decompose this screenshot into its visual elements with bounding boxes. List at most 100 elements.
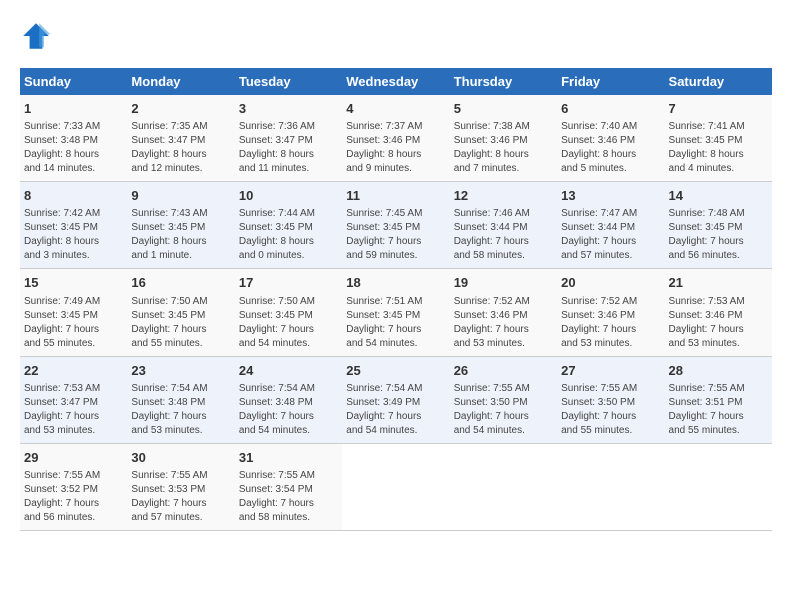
day-number: 30 <box>131 449 230 467</box>
day-number: 14 <box>669 187 768 205</box>
day-info: Sunrise: 7:38 AM Sunset: 3:46 PM Dayligh… <box>454 120 553 176</box>
day-info: Sunrise: 7:46 AM Sunset: 3:44 PM Dayligh… <box>454 207 553 263</box>
calendar-cell: 30 Sunrise: 7:55 AM Sunset: 3:53 PM Dayli… <box>127 443 234 530</box>
day-number: 20 <box>561 274 660 292</box>
calendar-week-row: 15 Sunrise: 7:49 AM Sunset: 3:45 PM Dayli… <box>20 269 772 356</box>
day-number: 5 <box>454 100 553 118</box>
calendar-cell: 18 Sunrise: 7:51 AM Sunset: 3:45 PM Dayli… <box>342 269 449 356</box>
day-number: 1 <box>24 100 123 118</box>
column-header-saturday: Saturday <box>665 68 772 95</box>
calendar-cell: 1 Sunrise: 7:33 AM Sunset: 3:48 PM Daylig… <box>20 95 127 182</box>
calendar-cell: 20Sunrise: 7:52 AM Sunset: 3:46 PM Dayli… <box>557 269 664 356</box>
calendar-cell: 31 Sunrise: 7:55 AM Sunset: 3:54 PM Dayli… <box>235 443 342 530</box>
day-info: Sunrise: 7:51 AM Sunset: 3:45 PM Dayligh… <box>346 295 445 351</box>
calendar-cell: 6 Sunrise: 7:40 AM Sunset: 3:46 PM Daylig… <box>557 95 664 182</box>
calendar-cell: 13 Sunrise: 7:47 AM Sunset: 3:44 PM Dayli… <box>557 182 664 269</box>
day-number: 18 <box>346 274 445 292</box>
column-header-tuesday: Tuesday <box>235 68 342 95</box>
calendar-cell: 11 Sunrise: 7:45 AM Sunset: 3:45 PM Dayli… <box>342 182 449 269</box>
day-info: Sunrise: 7:48 AM Sunset: 3:45 PM Dayligh… <box>669 207 768 263</box>
calendar-week-row: 22 Sunrise: 7:53 AM Sunset: 3:47 PM Dayli… <box>20 356 772 443</box>
logo-icon <box>20 20 52 52</box>
logo <box>20 20 56 52</box>
day-info: Sunrise: 7:44 AM Sunset: 3:45 PM Dayligh… <box>239 207 338 263</box>
day-info: Sunrise: 7:42 AM Sunset: 3:45 PM Dayligh… <box>24 207 123 263</box>
day-number: 29 <box>24 449 123 467</box>
day-info: Sunrise: 7:45 AM Sunset: 3:45 PM Dayligh… <box>346 207 445 263</box>
day-number: 3 <box>239 100 338 118</box>
calendar-week-row: 1 Sunrise: 7:33 AM Sunset: 3:48 PM Daylig… <box>20 95 772 182</box>
calendar-cell: 17 Sunrise: 7:50 AM Sunset: 3:45 PM Dayli… <box>235 269 342 356</box>
day-number: 27 <box>561 362 660 380</box>
calendar-cell: 25 Sunrise: 7:54 AM Sunset: 3:49 PM Dayli… <box>342 356 449 443</box>
calendar-cell: 23Sunrise: 7:54 AM Sunset: 3:48 PM Dayli… <box>127 356 234 443</box>
day-info: Sunrise: 7:40 AM Sunset: 3:46 PM Dayligh… <box>561 120 660 176</box>
day-info: Sunrise: 7:53 AM Sunset: 3:46 PM Dayligh… <box>669 295 768 351</box>
column-header-friday: Friday <box>557 68 664 95</box>
day-info: Sunrise: 7:41 AM Sunset: 3:45 PM Dayligh… <box>669 120 768 176</box>
day-number: 8 <box>24 187 123 205</box>
calendar-cell: 4 Sunrise: 7:37 AM Sunset: 3:46 PM Daylig… <box>342 95 449 182</box>
column-header-sunday: Sunday <box>20 68 127 95</box>
calendar-cell <box>557 443 664 530</box>
calendar-cell: 15 Sunrise: 7:49 AM Sunset: 3:45 PM Dayli… <box>20 269 127 356</box>
calendar-cell: 27 Sunrise: 7:55 AM Sunset: 3:50 PM Dayli… <box>557 356 664 443</box>
day-number: 19 <box>454 274 553 292</box>
day-number: 11 <box>346 187 445 205</box>
day-info: Sunrise: 7:55 AM Sunset: 3:53 PM Dayligh… <box>131 469 230 525</box>
calendar-cell: 19Sunrise: 7:52 AM Sunset: 3:46 PM Dayli… <box>450 269 557 356</box>
day-info: Sunrise: 7:49 AM Sunset: 3:45 PM Dayligh… <box>24 295 123 351</box>
day-number: 16 <box>131 274 230 292</box>
day-info: Sunrise: 7:50 AM Sunset: 3:45 PM Dayligh… <box>239 295 338 351</box>
calendar-table: SundayMondayTuesdayWednesdayThursdayFrid… <box>20 68 772 531</box>
day-number: 4 <box>346 100 445 118</box>
calendar-week-row: 29Sunrise: 7:55 AM Sunset: 3:52 PM Dayli… <box>20 443 772 530</box>
calendar-cell: 12 Sunrise: 7:46 AM Sunset: 3:44 PM Dayli… <box>450 182 557 269</box>
day-number: 15 <box>24 274 123 292</box>
day-info: Sunrise: 7:54 AM Sunset: 3:48 PM Dayligh… <box>131 382 230 438</box>
calendar-cell: 9 Sunrise: 7:43 AM Sunset: 3:45 PM Daylig… <box>127 182 234 269</box>
day-number: 22 <box>24 362 123 380</box>
day-info: Sunrise: 7:53 AM Sunset: 3:47 PM Dayligh… <box>24 382 123 438</box>
calendar-cell: 21 Sunrise: 7:53 AM Sunset: 3:46 PM Dayli… <box>665 269 772 356</box>
day-number: 17 <box>239 274 338 292</box>
calendar-cell: 10Sunrise: 7:44 AM Sunset: 3:45 PM Dayli… <box>235 182 342 269</box>
day-number: 31 <box>239 449 338 467</box>
day-info: Sunrise: 7:35 AM Sunset: 3:47 PM Dayligh… <box>131 120 230 176</box>
day-info: Sunrise: 7:50 AM Sunset: 3:45 PM Dayligh… <box>131 295 230 351</box>
day-info: Sunrise: 7:47 AM Sunset: 3:44 PM Dayligh… <box>561 207 660 263</box>
day-info: Sunrise: 7:54 AM Sunset: 3:49 PM Dayligh… <box>346 382 445 438</box>
day-number: 21 <box>669 274 768 292</box>
day-number: 26 <box>454 362 553 380</box>
calendar-cell <box>450 443 557 530</box>
day-info: Sunrise: 7:33 AM Sunset: 3:48 PM Dayligh… <box>24 120 123 176</box>
calendar-cell: 14 Sunrise: 7:48 AM Sunset: 3:45 PM Dayli… <box>665 182 772 269</box>
calendar-cell: 3 Sunrise: 7:36 AM Sunset: 3:47 PM Daylig… <box>235 95 342 182</box>
day-number: 13 <box>561 187 660 205</box>
day-info: Sunrise: 7:37 AM Sunset: 3:46 PM Dayligh… <box>346 120 445 176</box>
calendar-cell: 5 Sunrise: 7:38 AM Sunset: 3:46 PM Daylig… <box>450 95 557 182</box>
day-info: Sunrise: 7:55 AM Sunset: 3:50 PM Dayligh… <box>454 382 553 438</box>
day-number: 12 <box>454 187 553 205</box>
day-info: Sunrise: 7:36 AM Sunset: 3:47 PM Dayligh… <box>239 120 338 176</box>
day-number: 25 <box>346 362 445 380</box>
calendar-cell: 29Sunrise: 7:55 AM Sunset: 3:52 PM Dayli… <box>20 443 127 530</box>
calendar-cell: 16 Sunrise: 7:50 AM Sunset: 3:45 PM Dayli… <box>127 269 234 356</box>
calendar-cell: 24 Sunrise: 7:54 AM Sunset: 3:48 PM Dayli… <box>235 356 342 443</box>
day-number: 6 <box>561 100 660 118</box>
day-number: 24 <box>239 362 338 380</box>
day-info: Sunrise: 7:55 AM Sunset: 3:50 PM Dayligh… <box>561 382 660 438</box>
day-info: Sunrise: 7:54 AM Sunset: 3:48 PM Dayligh… <box>239 382 338 438</box>
day-number: 2 <box>131 100 230 118</box>
calendar-header-row: SundayMondayTuesdayWednesdayThursdayFrid… <box>20 68 772 95</box>
day-number: 9 <box>131 187 230 205</box>
calendar-cell: 26 Sunrise: 7:55 AM Sunset: 3:50 PM Dayli… <box>450 356 557 443</box>
calendar-week-row: 8 Sunrise: 7:42 AM Sunset: 3:45 PM Daylig… <box>20 182 772 269</box>
day-info: Sunrise: 7:43 AM Sunset: 3:45 PM Dayligh… <box>131 207 230 263</box>
calendar-cell <box>665 443 772 530</box>
calendar-cell <box>342 443 449 530</box>
day-info: Sunrise: 7:55 AM Sunset: 3:54 PM Dayligh… <box>239 469 338 525</box>
calendar-cell: 7Sunrise: 7:41 AM Sunset: 3:45 PM Daylig… <box>665 95 772 182</box>
calendar-cell: 2 Sunrise: 7:35 AM Sunset: 3:47 PM Daylig… <box>127 95 234 182</box>
day-number: 28 <box>669 362 768 380</box>
